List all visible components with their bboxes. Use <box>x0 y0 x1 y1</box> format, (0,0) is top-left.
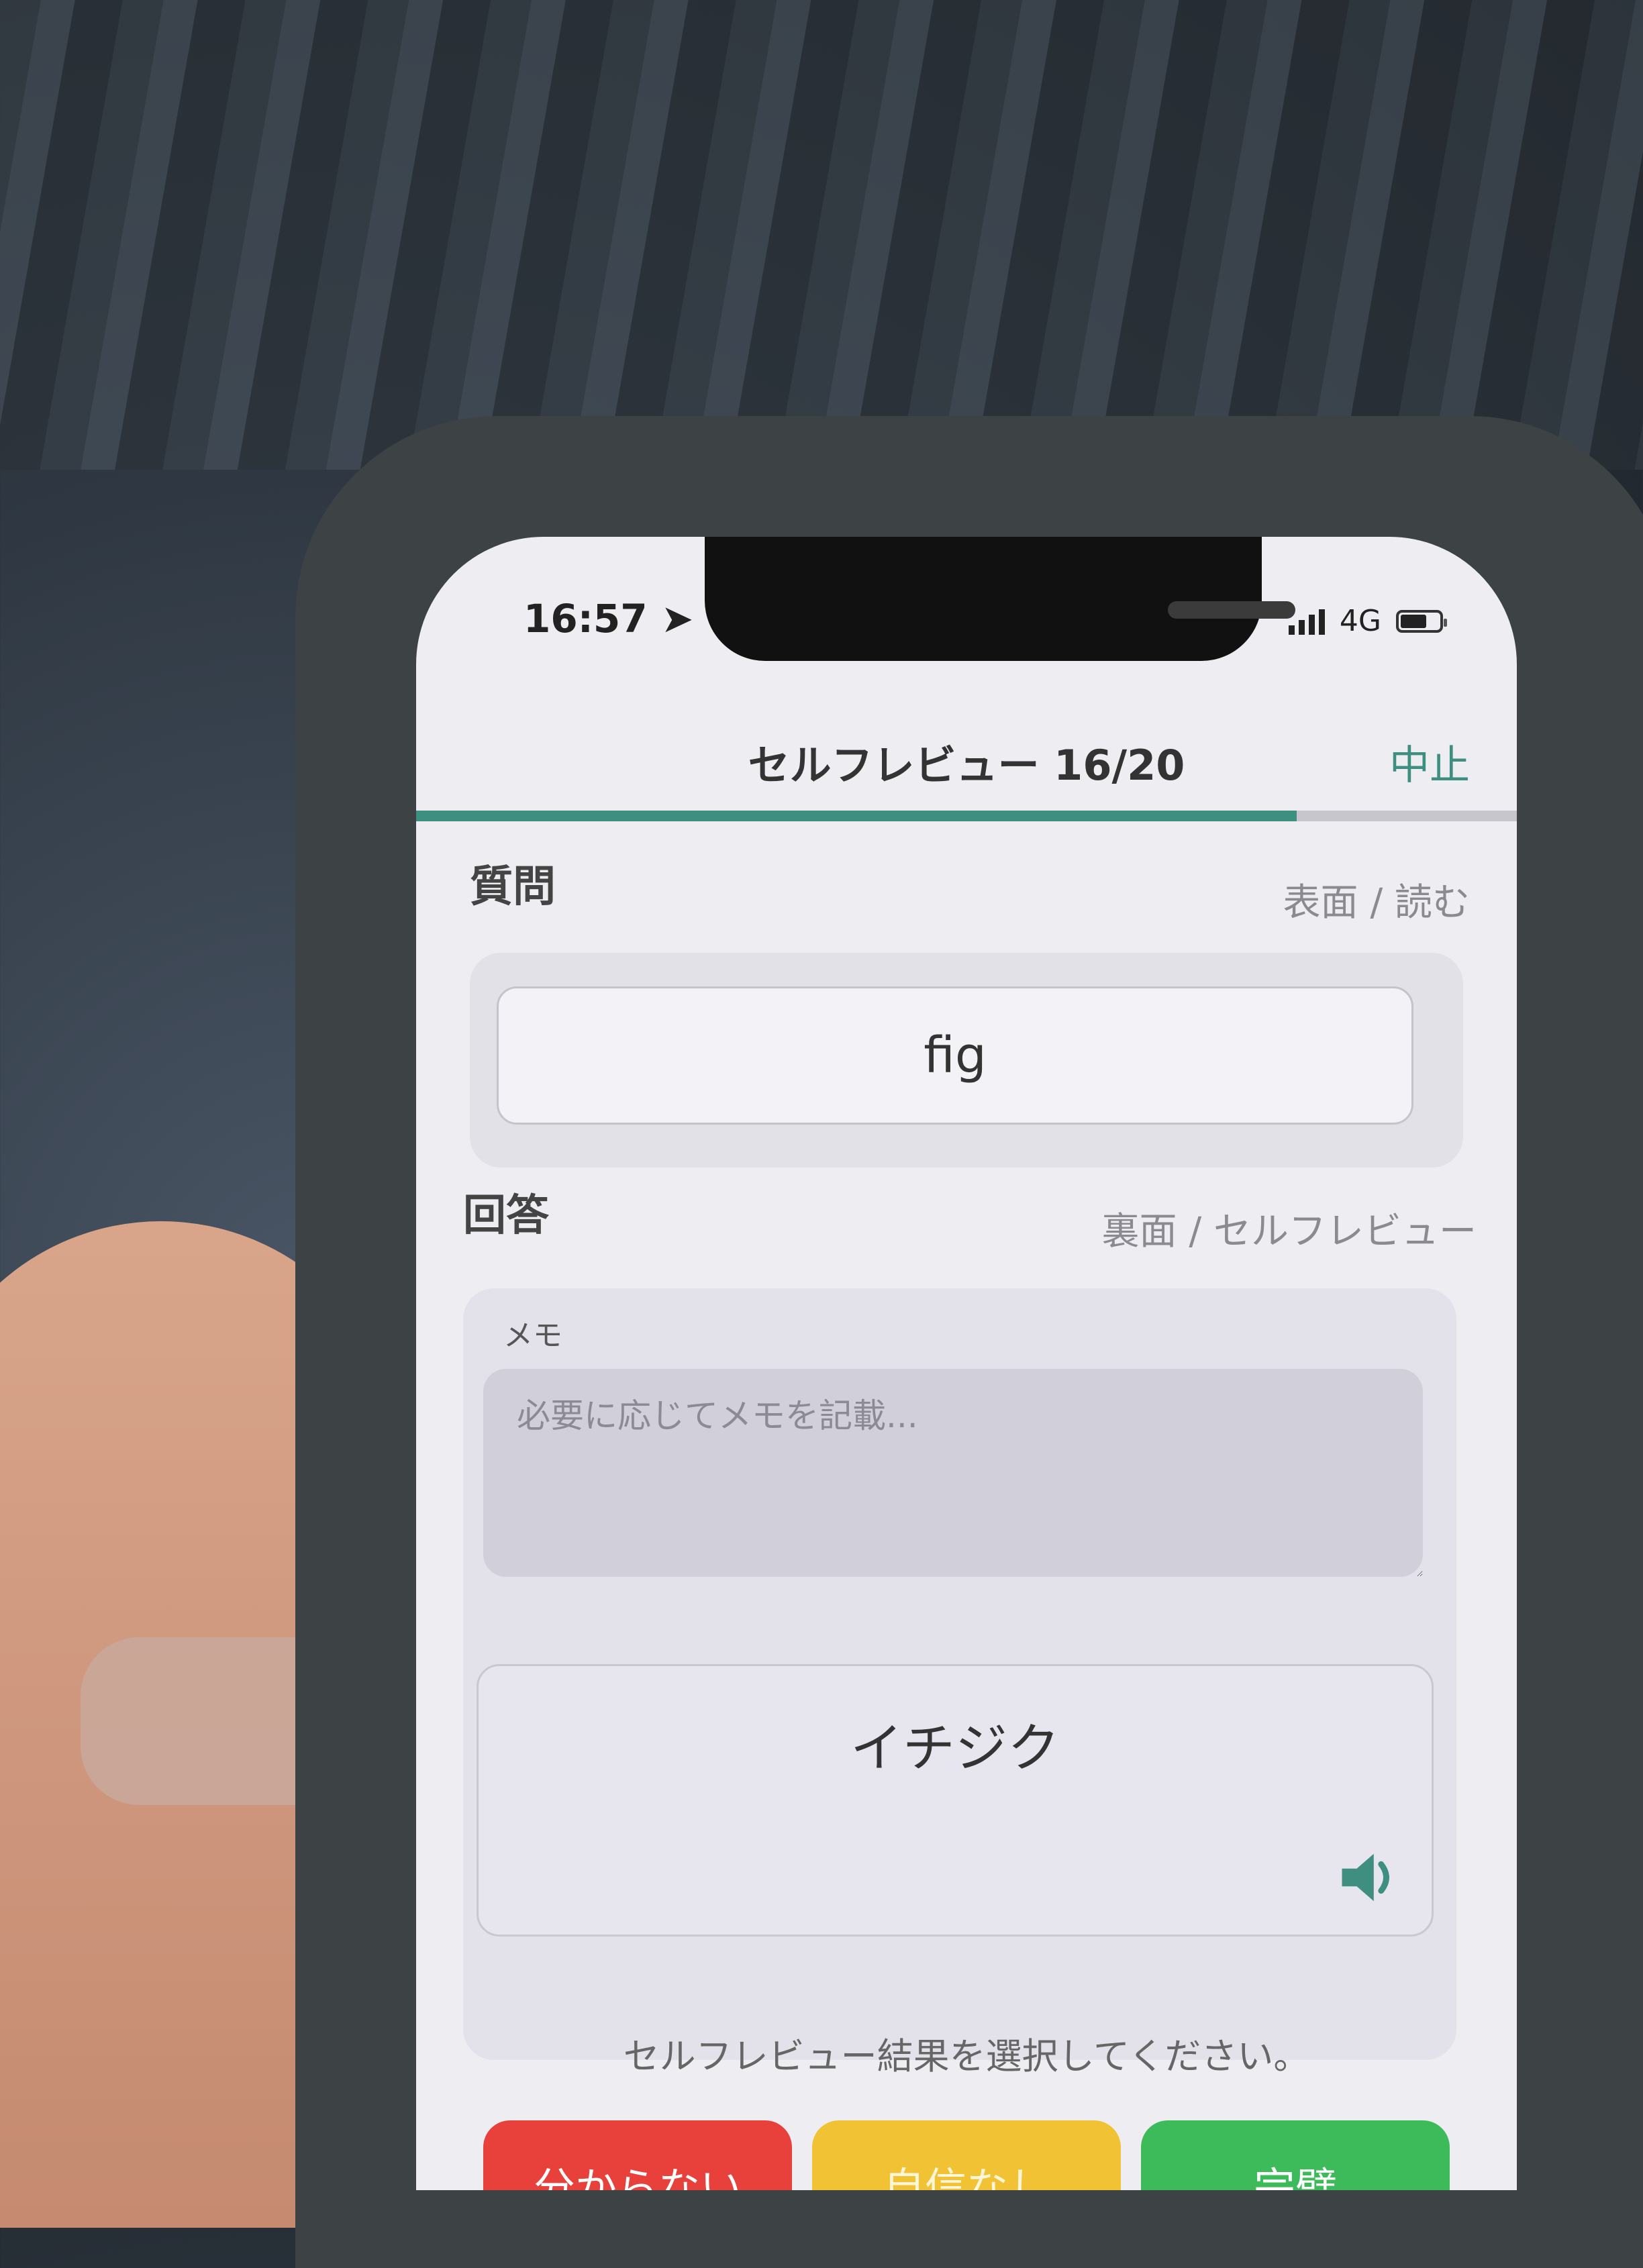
network-label: 4G <box>1339 604 1381 638</box>
question-meta: 表面 / 読む <box>1283 881 1470 925</box>
location-arrow-icon: ➤ <box>660 596 694 641</box>
answer-box: イチジク <box>477 1664 1434 1937</box>
unsure-button[interactable]: 自信なし <box>812 2120 1121 2190</box>
memo-input[interactable] <box>483 1369 1423 1577</box>
status-time: 16:57 ➤ <box>524 596 694 641</box>
status-indicators: 4G <box>1288 604 1447 638</box>
stop-button[interactable]: 中止 <box>1389 733 1470 791</box>
perfect-button[interactable]: 完璧 <box>1141 2120 1450 2190</box>
signal-icon <box>1288 608 1325 635</box>
question-label: 質問 <box>470 862 556 912</box>
earpiece <box>1168 601 1295 619</box>
question-text: fig <box>497 986 1413 1125</box>
page-title: セルフレビュー 16/20 <box>748 741 1185 790</box>
answer-label: 回答 <box>463 1191 549 1241</box>
progress-bar <box>416 811 1517 821</box>
answer-text: イチジク <box>850 1718 1060 1779</box>
question-card: fig <box>470 953 1463 1168</box>
instruction-text: セルフレビュー結果を選択してください。 <box>623 2035 1310 2077</box>
answer-meta: 裏面 / セルフレビュー <box>1101 1210 1477 1253</box>
answer-card: メモ イチジク <box>463 1288 1456 2060</box>
memo-label: メモ <box>503 1319 562 1353</box>
background-fabric <box>0 0 1643 470</box>
progress-fill <box>416 811 1297 821</box>
speaker-icon[interactable] <box>1331 1841 1405 1914</box>
battery-icon <box>1396 609 1447 633</box>
phone-screen: 16:57 ➤ 4G セルフレビュー 16/20 中止 質問 表面 / 読む f… <box>416 537 1517 2190</box>
unknown-button[interactable]: 分からない <box>483 2120 792 2190</box>
notch <box>705 537 1295 661</box>
